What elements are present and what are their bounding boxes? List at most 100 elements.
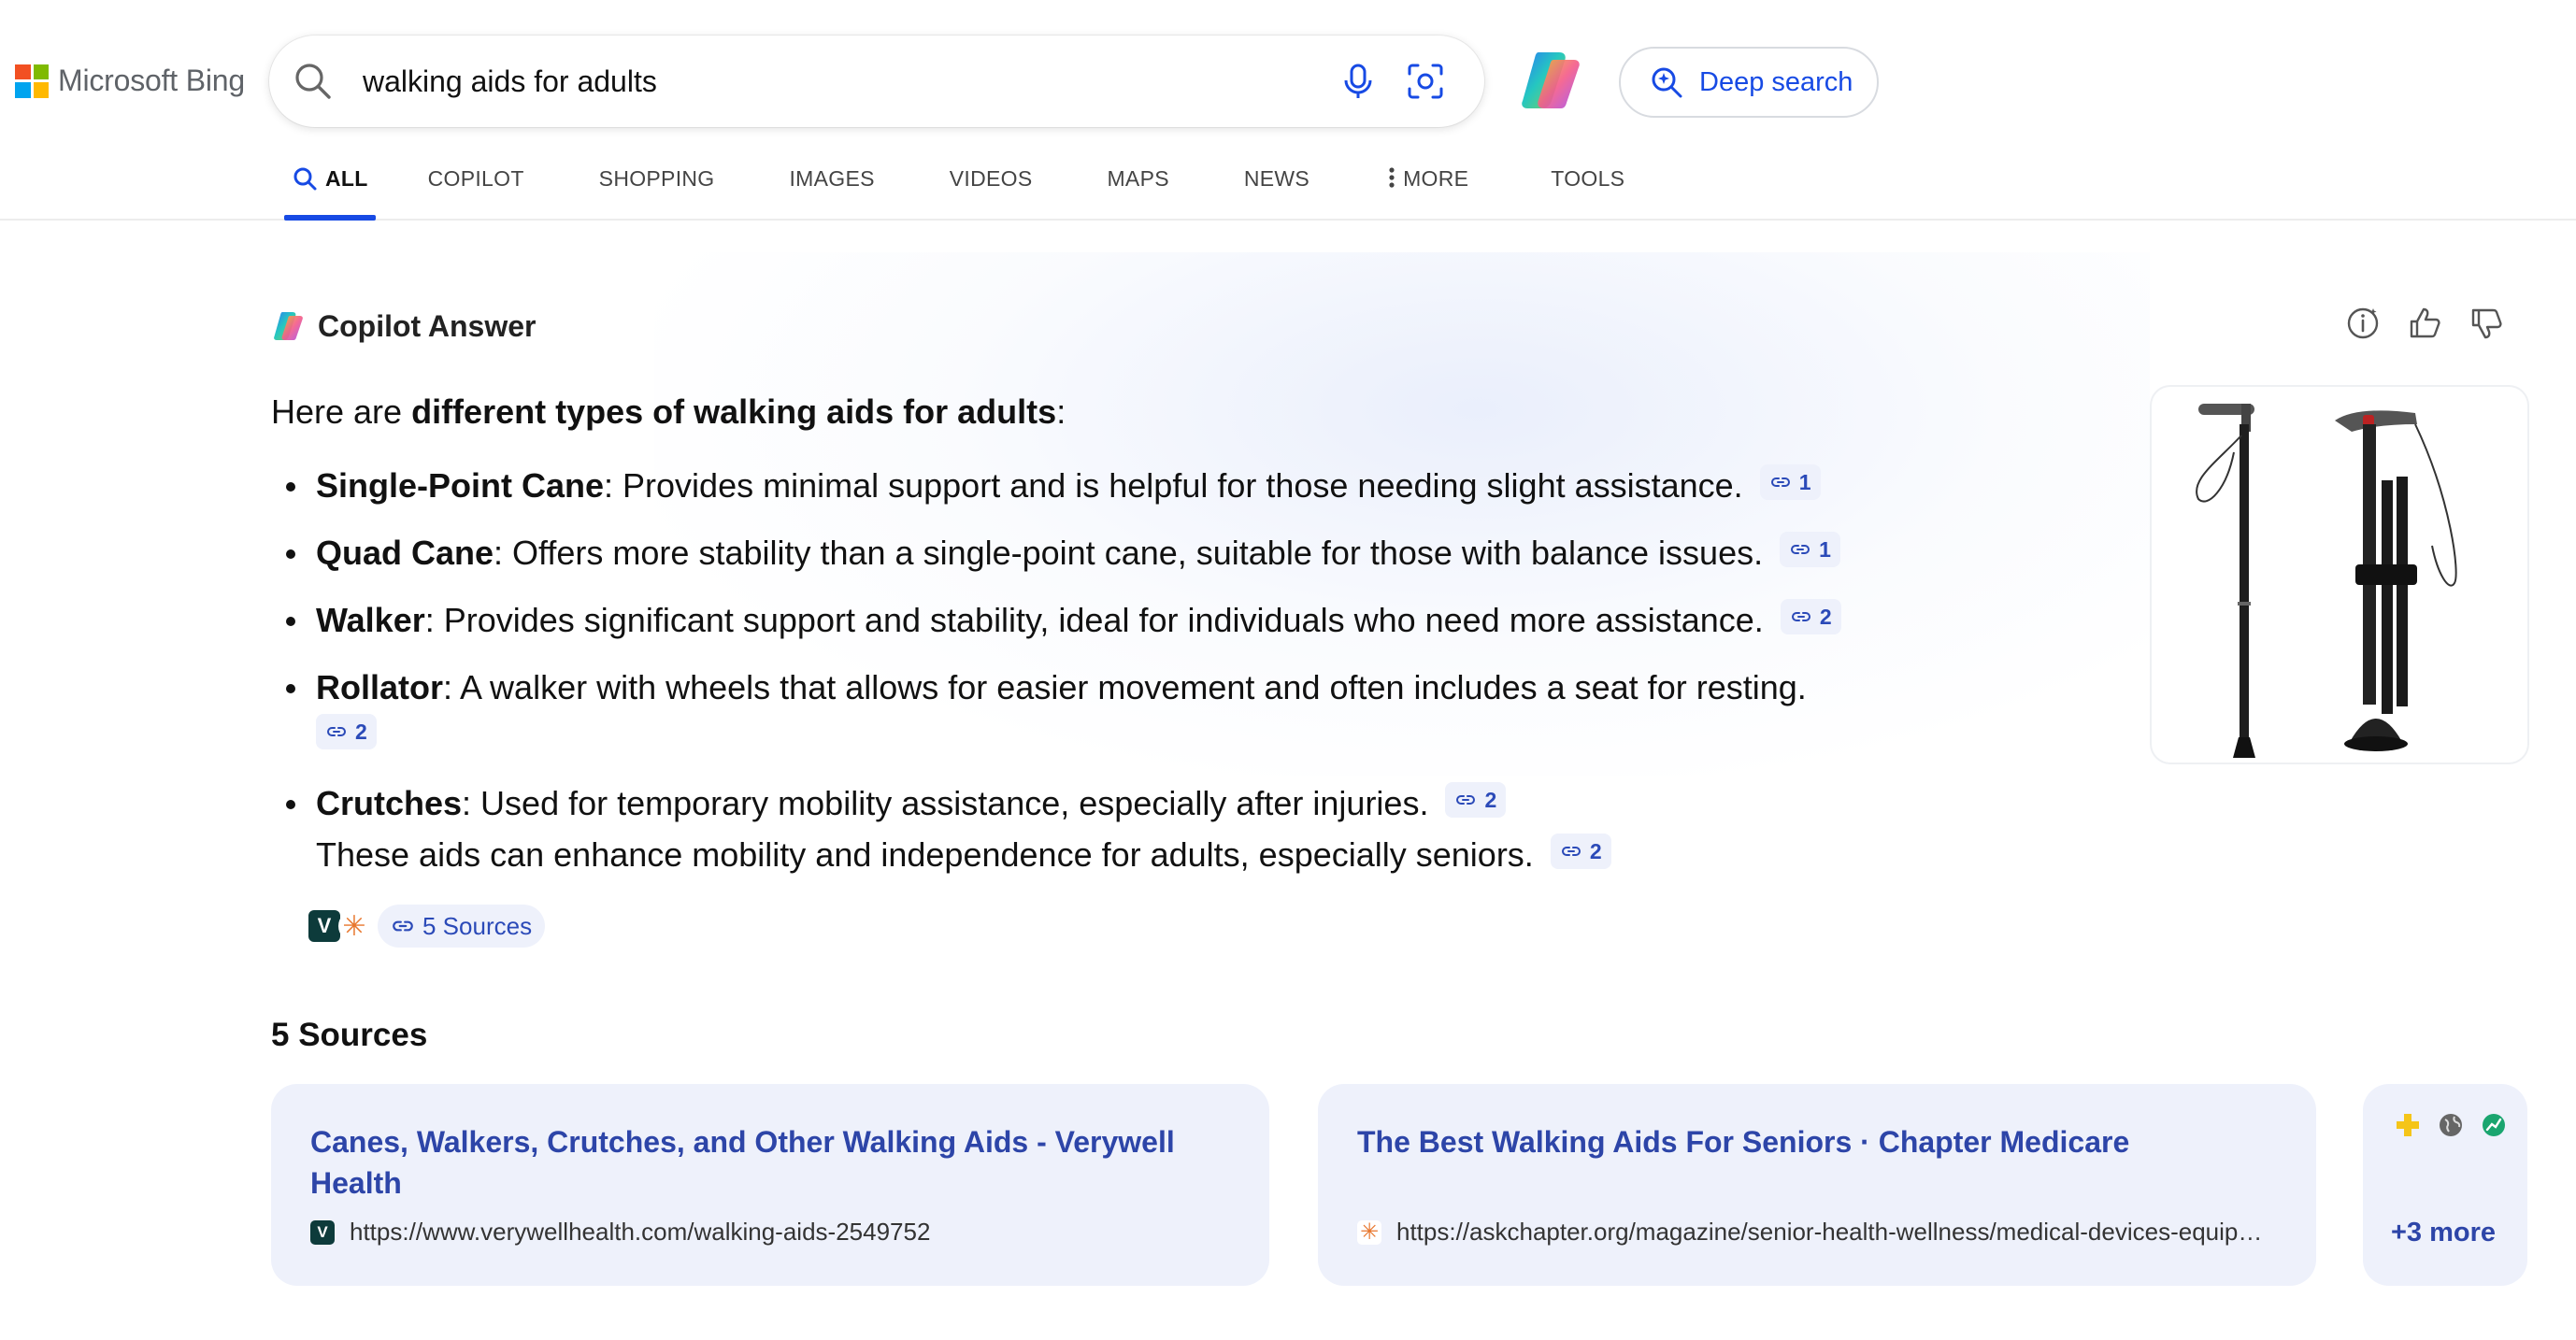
answer-title: Copilot Answer (318, 308, 537, 343)
citation-number: 1 (1819, 537, 1831, 562)
link-icon (393, 920, 413, 932)
sources-summary: V ✳ 5 Sources (308, 905, 546, 948)
tab-more[interactable]: MORE (1388, 159, 1468, 221)
list-item: Walker: Provides significant support and… (284, 598, 1841, 643)
rollator-citation: 2 (316, 714, 377, 751)
item-term: Single-Point Cane (316, 466, 605, 505)
answer-closing: These aids can enhance mobility and inde… (316, 834, 1611, 875)
thumbs-down-icon[interactable] (2468, 305, 2505, 342)
walking-cane-image[interactable] (2152, 387, 2527, 763)
tab-label: NEWS (1243, 166, 1310, 191)
tab-label: MORE (1403, 166, 1469, 191)
tab-maps[interactable]: MAPS (1107, 159, 1168, 221)
intro-prefix: Here are (271, 392, 412, 431)
source-card-title[interactable]: Canes, Walkers, Crutches, and Other Walk… (310, 1121, 1230, 1204)
plus-favicon-icon (2395, 1112, 2421, 1138)
tab-all[interactable]: ALL (284, 159, 376, 221)
citation-link[interactable]: 2 (1550, 834, 1611, 869)
item-desc: : Used for temporary mobility assistance… (462, 784, 1429, 822)
globe-favicon-icon (2438, 1112, 2464, 1138)
cane-illustration (2196, 404, 2457, 758)
deep-search-button[interactable]: Deep search (1619, 47, 1879, 118)
tab-videos[interactable]: VIDEOS (950, 159, 1033, 221)
brand-name: Microsoft Bing (58, 64, 245, 97)
chapter-favicon: ✳ (338, 910, 370, 942)
deep-search-label: Deep search (1699, 66, 1853, 97)
link-icon (1791, 545, 1810, 554)
chart-favicon-icon (2481, 1112, 2507, 1138)
thumbs-up-icon[interactable] (2406, 305, 2443, 342)
link-icon (1791, 612, 1810, 621)
intro-bold: different types of walking aids for adul… (411, 392, 1057, 431)
item-term: Crutches (316, 784, 463, 822)
citation-number: 1 (1798, 470, 1811, 494)
tab-news[interactable]: NEWS (1244, 159, 1309, 221)
more-sources-link[interactable]: +3 more (2391, 1218, 2496, 1248)
answer-intro: Here are different types of walking aids… (271, 392, 1066, 432)
citation-number: 2 (1484, 788, 1497, 812)
tab-label: ALL (325, 166, 368, 191)
closing-text: These aids can enhance mobility and inde… (316, 835, 1534, 874)
copilot-logo-icon[interactable] (1516, 45, 1587, 116)
search-tabs: ALL COPILOT SHOPPING IMAGES VIDEOS MAPS … (284, 159, 1624, 221)
visual-search-icon[interactable] (1404, 60, 1447, 103)
list-item: Crutches: Used for temporary mobility as… (284, 781, 1507, 826)
more-dots-icon (1389, 167, 1395, 188)
tab-tools[interactable]: TOOLS (1551, 159, 1624, 221)
source-card-title[interactable]: The Best Walking Aids For Seniors · Chap… (1357, 1121, 2277, 1162)
header: Microsoft Bing walking aids for adults D… (0, 0, 2576, 221)
tab-label: VIDEOS (949, 166, 1033, 191)
search-box[interactable] (269, 36, 1484, 127)
tab-label: COPILOT (427, 166, 524, 191)
tab-shopping[interactable]: SHOPPING (599, 159, 715, 221)
source-url-text: https://www.verywellhealth.com/walking-a… (350, 1218, 931, 1246)
chapter-favicon: ✳ (1357, 1219, 1381, 1245)
bing-logo[interactable]: Microsoft Bing (15, 64, 245, 98)
item-term: Quad Cane (316, 534, 494, 572)
intro-suffix: : (1056, 392, 1066, 431)
citation-link[interactable]: 2 (316, 714, 377, 749)
sources-pill[interactable]: 5 Sources (378, 905, 546, 948)
more-sources-favicons (2395, 1112, 2527, 1138)
item-desc: : Provides significant support and stabi… (424, 601, 1764, 639)
citation-link[interactable]: 1 (1759, 464, 1821, 500)
sources-pill-label: 5 Sources (422, 911, 533, 940)
microphone-icon[interactable] (1337, 60, 1380, 103)
tab-label: MAPS (1107, 166, 1169, 191)
item-desc: : Offers more stability than a single-po… (494, 534, 1764, 572)
citation-number: 2 (355, 719, 367, 744)
microsoft-logo-icon (15, 64, 49, 98)
link-icon (1456, 795, 1476, 805)
more-sources-card[interactable]: +3 more (2363, 1084, 2527, 1286)
citation-link[interactable]: 2 (1445, 782, 1507, 818)
source-card-url: V https://www.verywellhealth.com/walking… (310, 1218, 1226, 1247)
citation-link[interactable]: 1 (1780, 532, 1840, 567)
info-icon[interactable] (2344, 305, 2382, 342)
verywell-favicon: V (310, 1219, 335, 1245)
answer-header: Copilot Answer (271, 308, 536, 344)
source-card-url: ✳ https://askchapter.org/magazine/senior… (1357, 1218, 2273, 1247)
search-icon[interactable] (292, 60, 335, 103)
search-icon (293, 167, 317, 191)
tab-copilot[interactable]: COPILOT (428, 159, 524, 221)
list-item: Rollator: A walker with wheels that allo… (284, 665, 1807, 710)
search-input[interactable] (363, 58, 1297, 105)
source-card[interactable]: Canes, Walkers, Crutches, and Other Walk… (271, 1084, 1269, 1286)
citation-number: 2 (1819, 605, 1832, 629)
item-term: Walker (316, 601, 425, 639)
tab-label: IMAGES (789, 166, 875, 191)
source-card[interactable]: The Best Walking Aids For Seniors · Chap… (1318, 1084, 2316, 1286)
tab-images[interactable]: IMAGES (789, 159, 874, 221)
tab-label: TOOLS (1551, 166, 1625, 191)
deep-search-icon (1652, 67, 1682, 98)
item-term: Rollator (316, 668, 444, 706)
copilot-icon (274, 312, 303, 340)
list-item: Single-Point Cane: Provides minimal supp… (284, 463, 1821, 508)
source-url-text: https://askchapter.org/magazine/senior-h… (1396, 1218, 2263, 1246)
link-icon (327, 727, 346, 736)
citation-link[interactable]: 2 (1780, 599, 1841, 634)
link-icon (1770, 478, 1790, 487)
citation-number: 2 (1589, 838, 1602, 863)
tab-label: SHOPPING (598, 166, 715, 191)
link-icon (1561, 847, 1581, 856)
